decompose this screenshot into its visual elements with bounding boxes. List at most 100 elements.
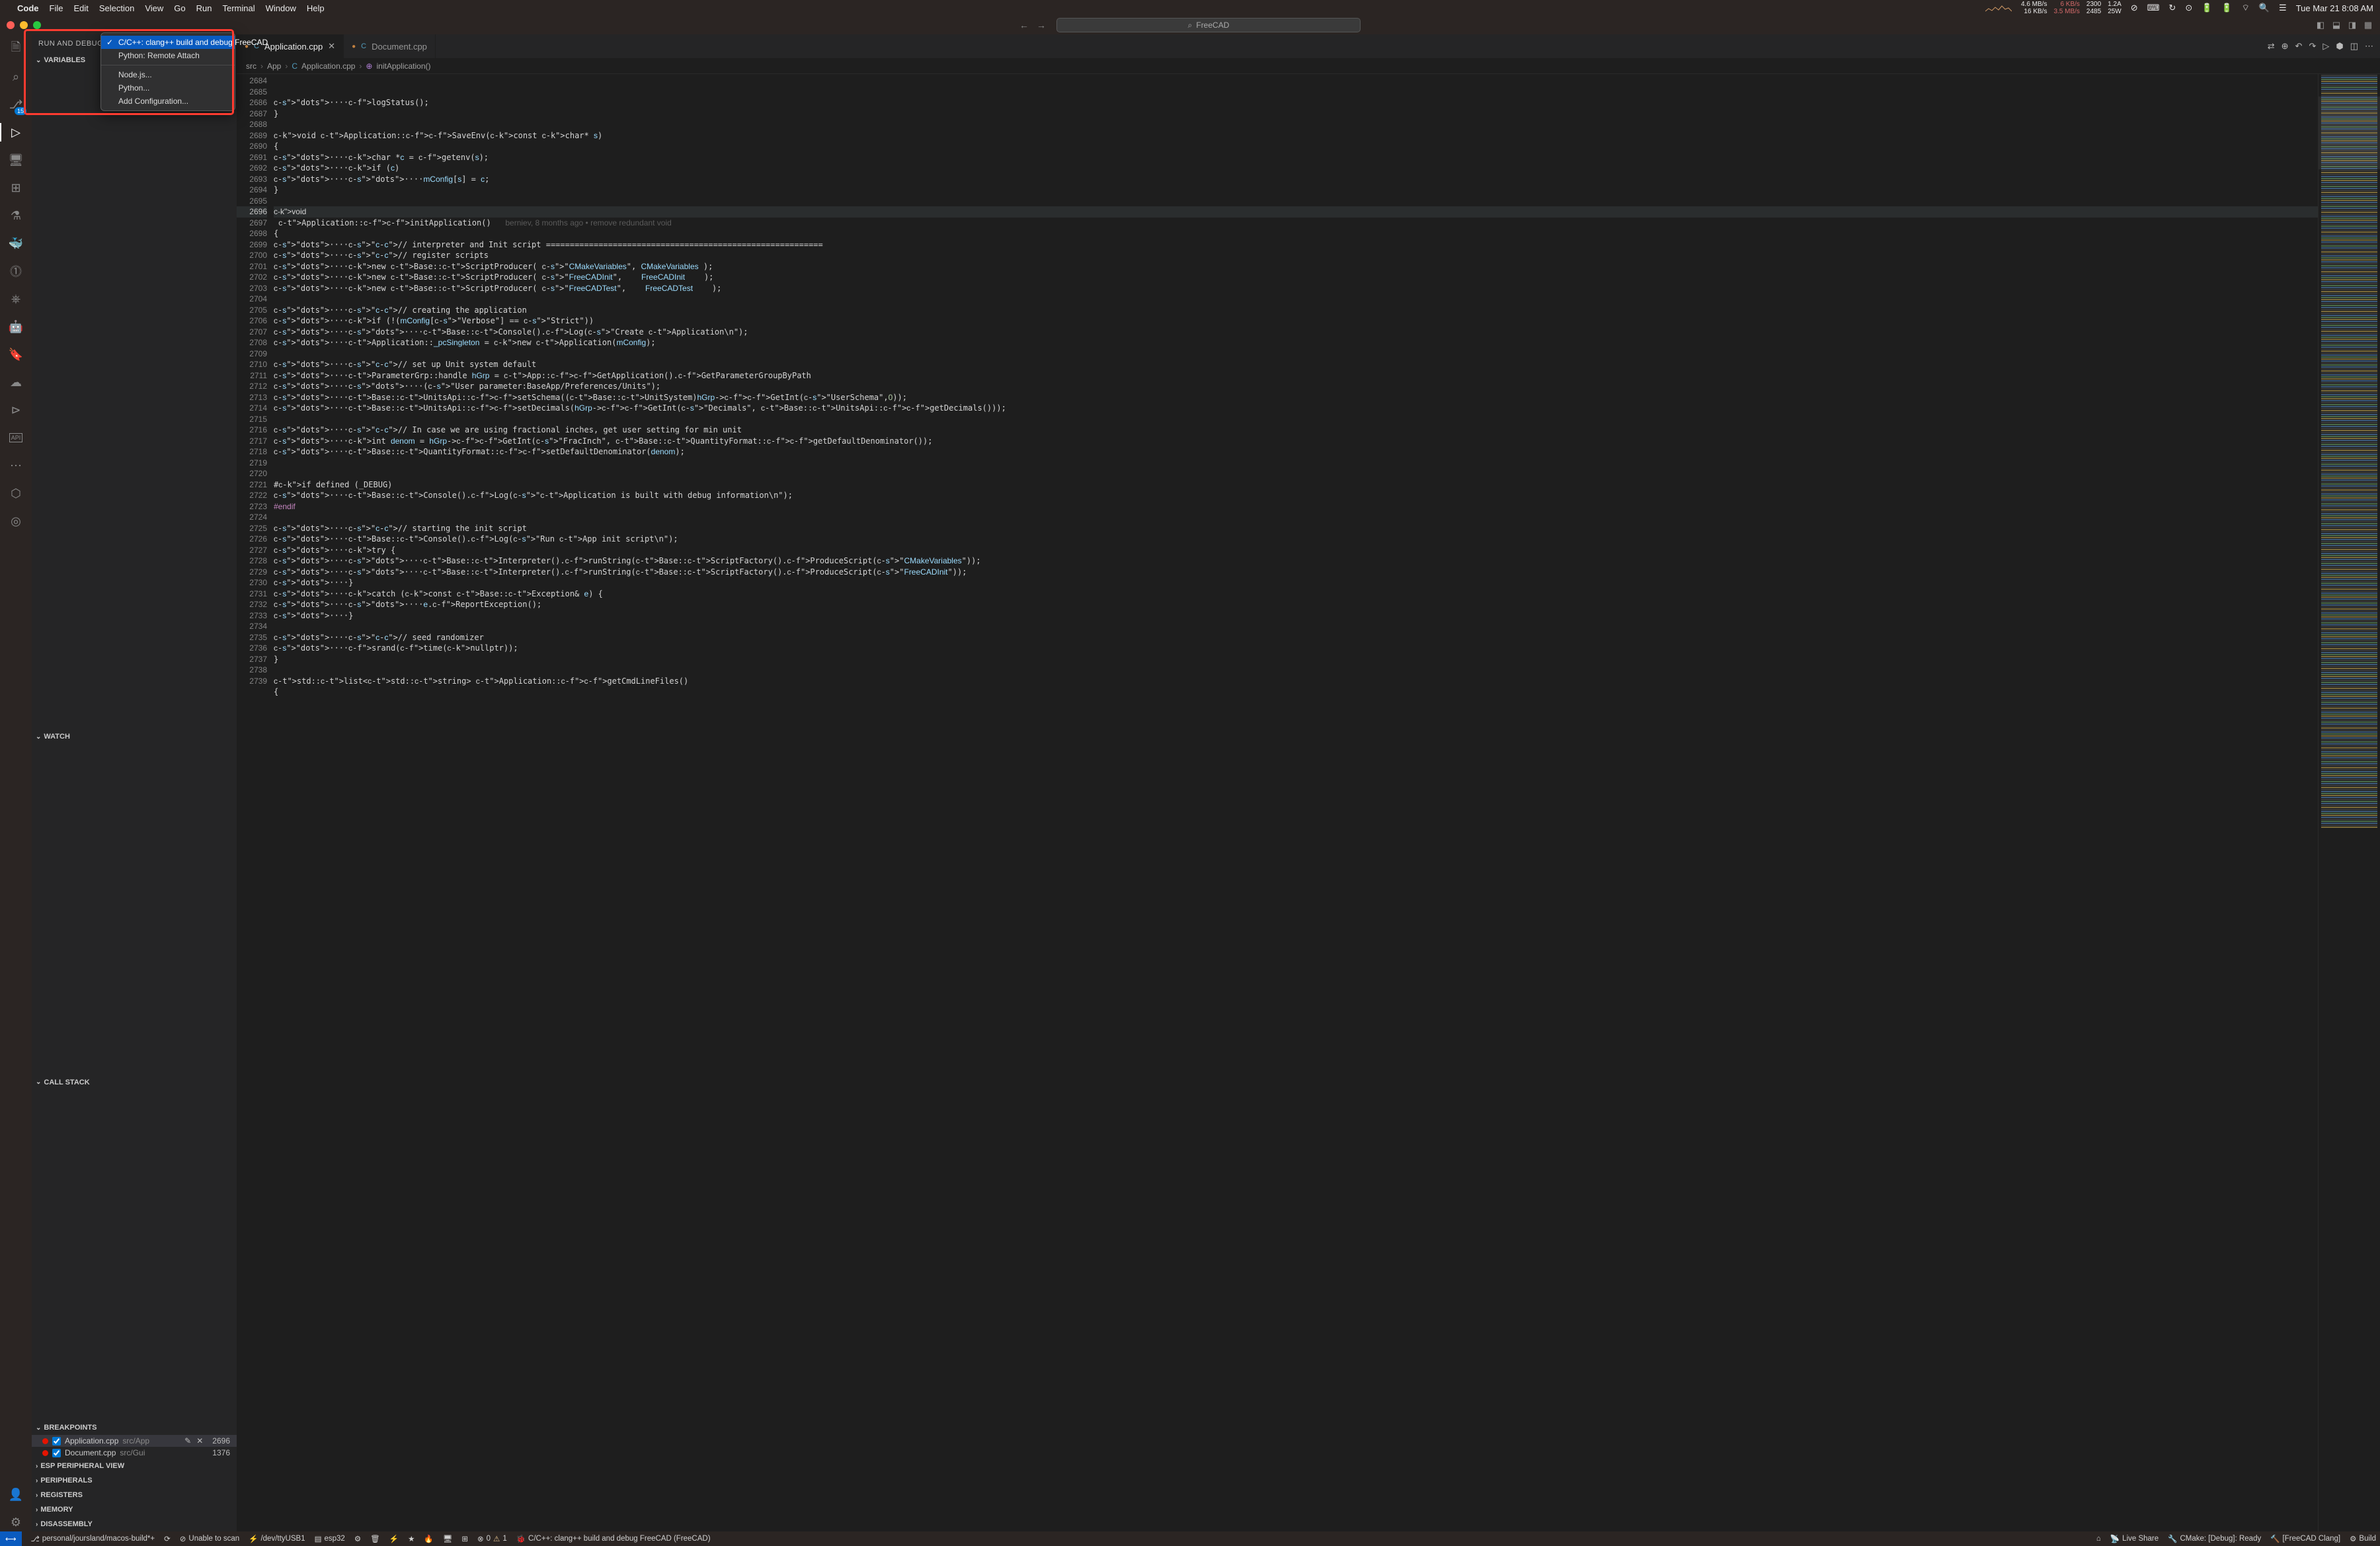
sync-icon[interactable]: ⟳ bbox=[164, 1534, 171, 1543]
compare-icon[interactable]: ⇄ bbox=[2268, 41, 2275, 52]
remote-indicator[interactable]: ⟷ bbox=[0, 1531, 22, 1546]
launch-config-dropdown[interactable]: C/C++: clang++ build and debug FreeCAD P… bbox=[100, 32, 235, 111]
bookmark-icon[interactable]: 🔖 bbox=[7, 345, 25, 364]
layout-panel-bottom-icon[interactable]: ⬓ bbox=[2331, 20, 2342, 30]
breakpoint-checkbox[interactable] bbox=[52, 1449, 61, 1457]
minimap[interactable] bbox=[2318, 74, 2380, 1531]
nav-forward-icon[interactable]: → bbox=[1037, 20, 1046, 30]
section-esp[interactable]: ›ESP PERIPHERAL VIEW bbox=[32, 1459, 237, 1473]
add-configuration[interactable]: Add Configuration... bbox=[101, 95, 235, 108]
settings-gear-icon[interactable]: ⚙ bbox=[7, 1513, 25, 1531]
robot-icon[interactable]: 🤖 bbox=[7, 317, 25, 336]
menubar-clock[interactable]: Tue Mar 21 8:08 AM bbox=[2296, 3, 2373, 13]
run-debug-icon[interactable]: ▷ bbox=[7, 123, 25, 142]
git-branch[interactable]: ⎇personal/joursland/macos-build*+ bbox=[31, 1534, 155, 1543]
problems[interactable]: ⊗0 ⚠1 bbox=[477, 1534, 507, 1543]
record-icon[interactable]: ⊙ bbox=[2185, 3, 2192, 13]
control-center-icon[interactable]: ☰ bbox=[2279, 3, 2287, 13]
accounts-icon[interactable]: 👤 bbox=[7, 1485, 25, 1504]
remove-breakpoint-icon[interactable]: ✕ bbox=[196, 1436, 203, 1445]
config-option-node[interactable]: Node.js... bbox=[101, 68, 235, 81]
section-memory[interactable]: ›MEMORY bbox=[32, 1502, 237, 1517]
esp-action-3[interactable]: ⚡ bbox=[389, 1534, 399, 1543]
hex-icon[interactable]: ⬢ bbox=[2336, 41, 2343, 52]
more-actions-icon[interactable]: ⋯ bbox=[2365, 41, 2373, 52]
line-number-gutter[interactable]: 2684268526862687268826892690269126922693… bbox=[237, 74, 274, 1531]
esp-action-4[interactable]: ★ bbox=[408, 1534, 415, 1543]
run-file-icon[interactable]: ▷ bbox=[2322, 41, 2329, 52]
config-option[interactable]: Python: Remote Attach bbox=[101, 49, 235, 62]
menu-window[interactable]: Window bbox=[266, 3, 296, 13]
esp-action-7[interactable]: ⊞ bbox=[461, 1534, 468, 1543]
step-out-icon[interactable]: ↶ bbox=[2295, 41, 2303, 52]
live-status[interactable]: ⊘Unable to scan bbox=[180, 1534, 239, 1543]
menu-terminal[interactable]: Terminal bbox=[223, 3, 255, 13]
section-callstack[interactable]: ⌄CALL STACK bbox=[32, 1075, 237, 1090]
breakpoint-checkbox[interactable] bbox=[52, 1437, 61, 1445]
breakpoint-row[interactable]: Application.cpp src/App ✎✕ 2696 bbox=[32, 1435, 237, 1447]
window-minimize-button[interactable] bbox=[20, 21, 28, 29]
wifi-icon[interactable]: ⌔ bbox=[2242, 3, 2250, 13]
gitlab-icon[interactable]: ⬡ bbox=[7, 484, 25, 503]
spotlight-icon[interactable]: 🔍 bbox=[2259, 3, 2270, 13]
edit-breakpoint-icon[interactable]: ✎ bbox=[184, 1436, 191, 1445]
testing-icon[interactable]: ⚗ bbox=[7, 206, 25, 225]
issues-icon[interactable]: ⓵ bbox=[7, 262, 25, 280]
menu-run[interactable]: Run bbox=[196, 3, 212, 13]
nav-back-icon[interactable]: ← bbox=[1019, 20, 1029, 30]
nav-target-icon[interactable]: ⊕ bbox=[2281, 41, 2289, 52]
cmake-status[interactable]: 🔧CMake: [Debug]: Ready bbox=[2168, 1534, 2261, 1543]
menu-file[interactable]: File bbox=[50, 3, 63, 13]
cmake-kit[interactable]: 🔨[FreeCAD Clang] bbox=[2270, 1534, 2340, 1543]
extensions-icon[interactable]: ⊞ bbox=[7, 179, 25, 197]
command-center[interactable]: ⌕ FreeCAD bbox=[1056, 18, 1361, 32]
cloud-icon[interactable]: ☁ bbox=[7, 373, 25, 391]
layout-customize-icon[interactable]: ▦ bbox=[2363, 20, 2373, 30]
minimap-viewport[interactable] bbox=[2319, 97, 2380, 169]
section-peripherals[interactable]: ›PERIPHERALS bbox=[32, 1473, 237, 1488]
layout-panel-right-icon[interactable]: ◨ bbox=[2347, 20, 2358, 30]
window-zoom-button[interactable] bbox=[33, 21, 41, 29]
app-name[interactable]: Code bbox=[17, 3, 39, 13]
kubernetes-icon[interactable]: ⎈ bbox=[7, 290, 25, 308]
section-disassembly[interactable]: ›DISASSEMBLY bbox=[32, 1517, 237, 1531]
source-control-icon[interactable]: ⎇15 bbox=[7, 95, 25, 114]
dots-icon[interactable]: ⋯ bbox=[7, 456, 25, 475]
menu-help[interactable]: Help bbox=[307, 3, 325, 13]
home-icon[interactable]: ⌂ bbox=[2096, 1535, 2101, 1543]
code-editor[interactable]: c-s">"dots">····c-f">logStatus(); } c-k"… bbox=[274, 74, 2318, 1531]
remote-explorer-icon[interactable]: 🖥 bbox=[7, 151, 25, 169]
build-button[interactable]: ⚙Build bbox=[2350, 1534, 2376, 1543]
menu-view[interactable]: View bbox=[145, 3, 163, 13]
esp-action-1[interactable]: ⚙ bbox=[354, 1534, 361, 1543]
layout-panel-left-icon[interactable]: ◧ bbox=[2315, 20, 2326, 30]
menu-selection[interactable]: Selection bbox=[99, 3, 134, 13]
tab-document[interactable]: ● C Document.cpp bbox=[344, 34, 436, 58]
menu-go[interactable]: Go bbox=[174, 3, 185, 13]
esp-action-5[interactable]: 🔥 bbox=[424, 1534, 433, 1543]
api-icon[interactable]: API bbox=[7, 428, 25, 447]
battery2-icon[interactable]: 🔋 bbox=[2221, 3, 2232, 13]
timemachine-icon[interactable]: ↻ bbox=[2168, 3, 2176, 13]
circle-icon[interactable]: ◎ bbox=[7, 512, 25, 530]
close-tab-icon[interactable]: ✕ bbox=[328, 41, 335, 52]
esp-action-2[interactable]: 🗑 bbox=[370, 1534, 380, 1543]
menu-edit[interactable]: Edit bbox=[73, 3, 88, 13]
step-over-icon[interactable]: ↷ bbox=[2309, 41, 2316, 52]
config-option-python[interactable]: Python... bbox=[101, 81, 235, 95]
serial-port[interactable]: ⚡/dev/ttyUSB1 bbox=[249, 1534, 305, 1543]
esp-action-6[interactable]: 🖥 bbox=[443, 1534, 453, 1543]
esp-target[interactable]: ▤esp32 bbox=[315, 1534, 345, 1543]
live-share[interactable]: 📡Live Share bbox=[2110, 1534, 2159, 1543]
docker-icon[interactable]: 🐳 bbox=[7, 234, 25, 253]
play-icon[interactable]: ⊳ bbox=[7, 401, 25, 419]
split-editor-icon[interactable]: ◫ bbox=[2350, 41, 2358, 52]
breakpoint-row[interactable]: Document.cpp src/Gui 1376 bbox=[32, 1447, 237, 1459]
window-close-button[interactable] bbox=[7, 21, 15, 29]
breadcrumb[interactable]: src› App› C Application.cpp› ⊕ initAppli… bbox=[237, 58, 2380, 74]
keyboard-icon[interactable]: ⌨ bbox=[2147, 3, 2160, 13]
debug-config[interactable]: 🐞C/C++: clang++ build and debug FreeCAD … bbox=[516, 1534, 711, 1543]
do-not-disturb-icon[interactable]: ⊘ bbox=[2131, 3, 2138, 13]
section-registers[interactable]: ›REGISTERS bbox=[32, 1488, 237, 1502]
config-option-selected[interactable]: C/C++: clang++ build and debug FreeCAD bbox=[101, 36, 235, 49]
